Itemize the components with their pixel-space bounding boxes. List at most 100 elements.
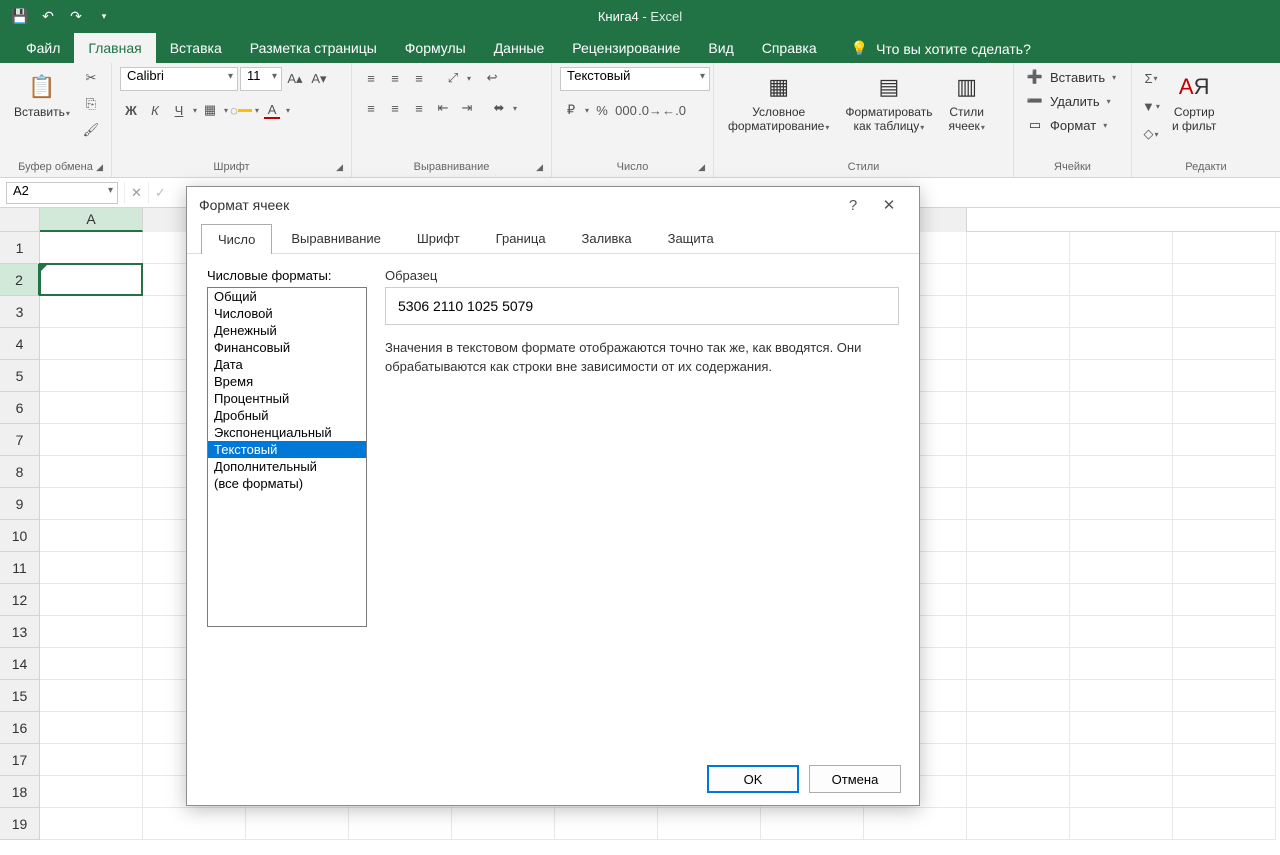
row-header[interactable]: 5 — [0, 360, 40, 392]
percent-icon[interactable]: % — [591, 99, 613, 121]
italic-button[interactable]: К — [144, 99, 166, 121]
cell[interactable] — [967, 456, 1070, 488]
row-header[interactable]: 14 — [0, 648, 40, 680]
cell[interactable] — [1070, 584, 1173, 616]
currency-icon[interactable]: ₽ — [560, 99, 582, 121]
cell[interactable] — [1173, 808, 1276, 840]
cell[interactable] — [1070, 488, 1173, 520]
cell[interactable] — [1173, 584, 1276, 616]
cell[interactable] — [40, 424, 143, 456]
cell[interactable] — [1173, 264, 1276, 296]
cell[interactable] — [1070, 808, 1173, 840]
tell-me[interactable]: 💡 Что вы хотите сделать? — [841, 34, 1041, 63]
cell[interactable] — [967, 232, 1070, 264]
cell[interactable] — [1070, 552, 1173, 584]
cell[interactable] — [1173, 744, 1276, 776]
copy-icon[interactable]: ⎘ — [80, 93, 102, 115]
row-header[interactable]: 2 — [0, 264, 40, 296]
format-option[interactable]: Экспоненциальный — [208, 424, 366, 441]
cell[interactable] — [40, 808, 143, 840]
cell[interactable] — [967, 648, 1070, 680]
cell[interactable] — [40, 392, 143, 424]
cell[interactable] — [967, 296, 1070, 328]
format-option[interactable]: (все форматы) — [208, 475, 366, 492]
row-header[interactable]: 18 — [0, 776, 40, 808]
cell[interactable] — [1173, 776, 1276, 808]
qat-customize-icon[interactable]: ▾ — [90, 3, 118, 31]
cell[interactable] — [40, 776, 143, 808]
cell[interactable] — [1070, 712, 1173, 744]
cut-icon[interactable]: ✂ — [80, 67, 102, 89]
cell[interactable] — [40, 744, 143, 776]
row-header[interactable]: 15 — [0, 680, 40, 712]
align-dialog-icon[interactable]: ◢ — [536, 162, 543, 173]
fill-color-icon[interactable]: ◌ — [230, 99, 252, 121]
number-formats-listbox[interactable]: ОбщийЧисловойДенежныйФинансовыйДатаВремя… — [207, 287, 367, 627]
font-name-combo[interactable]: Calibri — [120, 67, 238, 91]
tab-pagelayout[interactable]: Разметка страницы — [236, 33, 391, 63]
cell[interactable] — [967, 392, 1070, 424]
bold-button[interactable]: Ж — [120, 99, 142, 121]
cell[interactable] — [967, 360, 1070, 392]
cell[interactable] — [40, 616, 143, 648]
name-box[interactable]: A2 — [6, 182, 118, 204]
format-option[interactable]: Дополнительный — [208, 458, 366, 475]
cell[interactable] — [40, 520, 143, 552]
row-header[interactable]: 16 — [0, 712, 40, 744]
row-header[interactable]: 3 — [0, 296, 40, 328]
cell[interactable] — [1173, 488, 1276, 520]
orientation-icon[interactable]: ⤢ — [442, 67, 464, 89]
row-header[interactable]: 8 — [0, 456, 40, 488]
cell[interactable] — [40, 360, 143, 392]
underline-button[interactable]: Ч — [168, 99, 190, 121]
format-option[interactable]: Денежный — [208, 322, 366, 339]
cell[interactable] — [555, 808, 658, 840]
cell[interactable] — [40, 328, 143, 360]
undo-icon[interactable]: ↶ — [34, 3, 62, 31]
dialog-tab[interactable]: Выравнивание — [274, 223, 397, 253]
cell[interactable] — [1070, 776, 1173, 808]
cell[interactable] — [40, 488, 143, 520]
cell-styles-button[interactable]: ▥ Стили ячеек▾ — [942, 67, 990, 138]
cell[interactable] — [1173, 456, 1276, 488]
cell[interactable] — [1070, 648, 1173, 680]
cell[interactable] — [967, 712, 1070, 744]
cell[interactable] — [1173, 712, 1276, 744]
borders-icon[interactable]: ▦ — [199, 99, 221, 121]
row-header[interactable]: 9 — [0, 488, 40, 520]
cell[interactable] — [40, 680, 143, 712]
cell[interactable] — [40, 584, 143, 616]
font-color-icon[interactable]: А — [261, 99, 283, 121]
dialog-tab[interactable]: Защита — [651, 223, 731, 253]
row-header[interactable]: 7 — [0, 424, 40, 456]
cell[interactable] — [1070, 296, 1173, 328]
help-icon[interactable]: ? — [835, 197, 871, 214]
tab-data[interactable]: Данные — [480, 33, 559, 63]
row-header[interactable]: 19 — [0, 808, 40, 840]
cell[interactable] — [1173, 360, 1276, 392]
format-option[interactable]: Время — [208, 373, 366, 390]
cell[interactable] — [967, 520, 1070, 552]
cell[interactable] — [967, 584, 1070, 616]
dialog-tab[interactable]: Заливка — [565, 223, 649, 253]
row-header[interactable]: 13 — [0, 616, 40, 648]
cell[interactable] — [967, 744, 1070, 776]
format-option[interactable]: Процентный — [208, 390, 366, 407]
cell[interactable] — [1070, 680, 1173, 712]
decrease-indent-icon[interactable]: ⇤ — [432, 97, 454, 119]
font-dialog-icon[interactable]: ◢ — [336, 162, 343, 173]
cell[interactable] — [967, 424, 1070, 456]
cell[interactable] — [40, 552, 143, 584]
dialog-tab[interactable]: Граница — [479, 223, 563, 253]
cell[interactable] — [452, 808, 555, 840]
redo-icon[interactable]: ↷ — [62, 3, 90, 31]
cell[interactable] — [864, 808, 967, 840]
align-top-icon[interactable]: ≡ — [360, 67, 382, 89]
row-header[interactable]: 10 — [0, 520, 40, 552]
format-cells-button[interactable]: ▭Формат▾ — [1022, 115, 1111, 135]
select-all-corner[interactable] — [0, 208, 40, 232]
row-header[interactable]: 1 — [0, 232, 40, 264]
cell[interactable] — [1173, 328, 1276, 360]
merge-icon[interactable]: ⬌ — [488, 97, 510, 119]
cell[interactable] — [1173, 680, 1276, 712]
